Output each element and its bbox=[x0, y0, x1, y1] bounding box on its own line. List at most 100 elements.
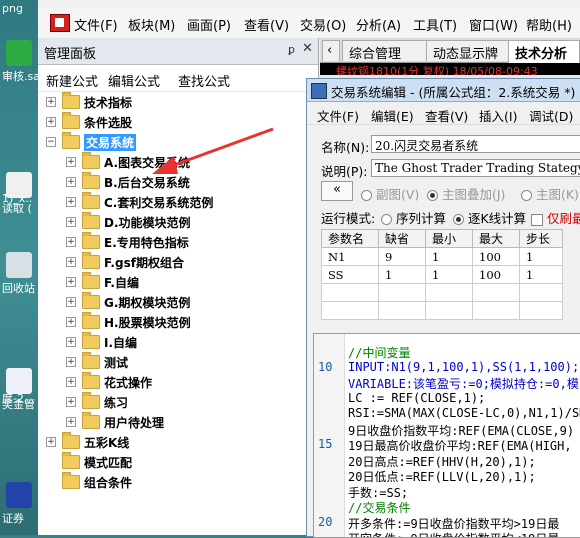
param-cell[interactable] bbox=[519, 301, 563, 320]
tree-item[interactable]: + D.功能模块范例 bbox=[38, 212, 318, 232]
menu-view-screen[interactable]: 画面(P) bbox=[187, 15, 231, 34]
chart-mode-main[interactable]: 主图(K) bbox=[521, 184, 579, 203]
tree-item[interactable]: + C.套利交易系统范例 bbox=[38, 192, 318, 212]
param-row[interactable] bbox=[321, 283, 563, 302]
new-formula-button[interactable]: 新建公式 bbox=[46, 71, 98, 90]
desktop-shortcut-icon[interactable]: 1)_x.. bbox=[0, 190, 38, 205]
param-cell[interactable] bbox=[425, 301, 473, 320]
tab-dynamic-board[interactable]: 动态显示牌 bbox=[426, 40, 510, 62]
tree-item[interactable]: + I.自编 bbox=[38, 332, 318, 352]
tree-item[interactable]: 组合条件 bbox=[38, 472, 318, 492]
tree-item[interactable]: + 花式操作 bbox=[38, 372, 318, 392]
pin-icon[interactable]: ꝑ bbox=[288, 43, 295, 56]
expand-icon[interactable]: + bbox=[46, 97, 56, 107]
menu-file[interactable]: 文件(F) bbox=[74, 15, 118, 34]
description-field[interactable]: The Ghost Trader Trading Stategy bbox=[371, 159, 580, 177]
dialog-menu-insert[interactable]: 插入(I) bbox=[479, 106, 517, 125]
expand-icon[interactable]: + bbox=[66, 197, 76, 207]
tree-item[interactable]: + 测试 bbox=[38, 352, 318, 372]
expand-icon[interactable]: + bbox=[66, 297, 76, 307]
close-icon[interactable]: ✕ bbox=[302, 41, 313, 56]
desktop-shortcut-icon[interactable]: png bbox=[0, 0, 38, 15]
name-field[interactable]: 20.闪灵交易者系统 bbox=[371, 135, 580, 153]
param-cell[interactable]: 1 bbox=[378, 265, 426, 284]
param-cell[interactable] bbox=[472, 283, 520, 302]
param-cell[interactable] bbox=[519, 283, 563, 302]
param-row[interactable]: SS 1 1 100 1 bbox=[321, 265, 563, 284]
param-cell[interactable] bbox=[378, 301, 426, 320]
radio-main-overlay[interactable] bbox=[427, 190, 438, 201]
desktop-shortcut-icon[interactable]: 度-2... bbox=[0, 388, 38, 406]
dialog-menu-edit[interactable]: 编辑(E) bbox=[371, 106, 414, 125]
collapse-icon[interactable]: − bbox=[46, 137, 56, 147]
expand-icon[interactable]: + bbox=[66, 417, 76, 427]
chart-mode-sub[interactable]: 副图(V) bbox=[361, 184, 419, 203]
expand-icon[interactable]: + bbox=[66, 237, 76, 247]
param-cell[interactable]: 100 bbox=[472, 265, 520, 284]
dialog-menu-debug[interactable]: 调试(D) bbox=[529, 106, 573, 125]
tree-item[interactable]: + F.自编 bbox=[38, 272, 318, 292]
dialog-menu-file[interactable]: 文件(F) bbox=[317, 106, 359, 125]
expand-icon[interactable]: + bbox=[66, 217, 76, 227]
menu-view[interactable]: 查看(V) bbox=[244, 15, 289, 34]
param-row[interactable]: N1 9 1 100 1 bbox=[321, 247, 563, 266]
tab-technical-analysis[interactable]: 技术分析 bbox=[508, 40, 580, 63]
expand-icon[interactable]: + bbox=[66, 257, 76, 267]
param-row[interactable] bbox=[321, 301, 563, 320]
run-mode-sequence[interactable]: 序列计算 bbox=[381, 208, 446, 227]
expand-icon[interactable]: + bbox=[46, 437, 56, 447]
param-cell[interactable] bbox=[425, 283, 473, 302]
edit-formula-button[interactable]: 编辑公式 bbox=[108, 71, 160, 90]
expand-icon[interactable]: + bbox=[66, 357, 76, 367]
only-latest-option[interactable]: 仅刷最 bbox=[531, 208, 580, 227]
desktop-shortcut-icon[interactable]: 证券 bbox=[0, 482, 38, 526]
tab-overview[interactable]: 综合管理 bbox=[342, 40, 428, 62]
tree-item[interactable]: + F.gsf期权组合 bbox=[38, 252, 318, 272]
menu-tools[interactable]: 工具(T) bbox=[413, 15, 457, 34]
find-formula-button[interactable]: 查找公式 bbox=[178, 71, 230, 90]
tree-item[interactable]: + 五彩K线 bbox=[38, 432, 318, 452]
param-cell[interactable]: 1 bbox=[519, 247, 563, 266]
expand-icon[interactable]: + bbox=[66, 337, 76, 347]
param-cell[interactable] bbox=[321, 283, 379, 302]
tree-item[interactable]: + H.股票模块范例 bbox=[38, 312, 318, 332]
tree-item[interactable]: 模式匹配 bbox=[38, 452, 318, 472]
expand-icon[interactable]: + bbox=[66, 277, 76, 287]
tree-item[interactable]: + 用户待处理 bbox=[38, 412, 318, 432]
param-cell[interactable]: SS bbox=[321, 265, 379, 284]
radio-main-chart[interactable] bbox=[521, 190, 532, 201]
param-cell[interactable] bbox=[321, 301, 379, 320]
menu-help[interactable]: 帮助(H) bbox=[526, 15, 572, 34]
collapse-button[interactable]: « bbox=[321, 181, 353, 201]
menu-block[interactable]: 板块(M) bbox=[128, 15, 175, 34]
expand-icon[interactable]: + bbox=[66, 157, 76, 167]
run-mode-per-bar[interactable]: 逐K线计算 bbox=[453, 208, 526, 227]
tree-item[interactable]: + G.期权模块范例 bbox=[38, 292, 318, 312]
param-cell[interactable]: 100 bbox=[472, 247, 520, 266]
only-latest-checkbox[interactable] bbox=[531, 213, 543, 226]
param-cell[interactable] bbox=[472, 301, 520, 320]
param-cell[interactable]: 1 bbox=[519, 265, 563, 284]
expand-icon[interactable]: + bbox=[66, 397, 76, 407]
param-cell[interactable] bbox=[378, 283, 426, 302]
tab-scroll-icon[interactable]: ‹ bbox=[322, 40, 340, 61]
app-logo-icon[interactable] bbox=[50, 14, 70, 32]
param-cell[interactable]: N1 bbox=[321, 247, 379, 266]
desktop-shortcut-icon[interactable]: 审核.sa bbox=[0, 40, 38, 84]
menu-trade[interactable]: 交易(O) bbox=[300, 15, 346, 34]
desktop-shortcut-icon[interactable]: 回收站 bbox=[0, 252, 38, 296]
tree-item[interactable]: + 练习 bbox=[38, 392, 318, 412]
dialog-menu-view[interactable]: 查看(V) bbox=[425, 106, 468, 125]
code-editor[interactable]: 10 15 20 //中间变量 INPUT:N1(9,1,100,1),SS(1,1,… bbox=[313, 333, 580, 538]
menu-window[interactable]: 窗口(W) bbox=[469, 15, 518, 34]
param-cell[interactable]: 1 bbox=[425, 265, 473, 284]
expand-icon[interactable]: + bbox=[66, 317, 76, 327]
expand-icon[interactable]: + bbox=[66, 377, 76, 387]
chart-mode-overlay[interactable]: 主图叠加(J) bbox=[427, 184, 505, 203]
param-cell[interactable]: 9 bbox=[378, 247, 426, 266]
tree-item[interactable]: + 技术指标 bbox=[38, 92, 318, 112]
radio-sequence[interactable] bbox=[381, 214, 392, 225]
radio-per-bar[interactable] bbox=[453, 214, 464, 225]
expand-icon[interactable]: + bbox=[66, 177, 76, 187]
expand-icon[interactable]: + bbox=[46, 117, 56, 127]
